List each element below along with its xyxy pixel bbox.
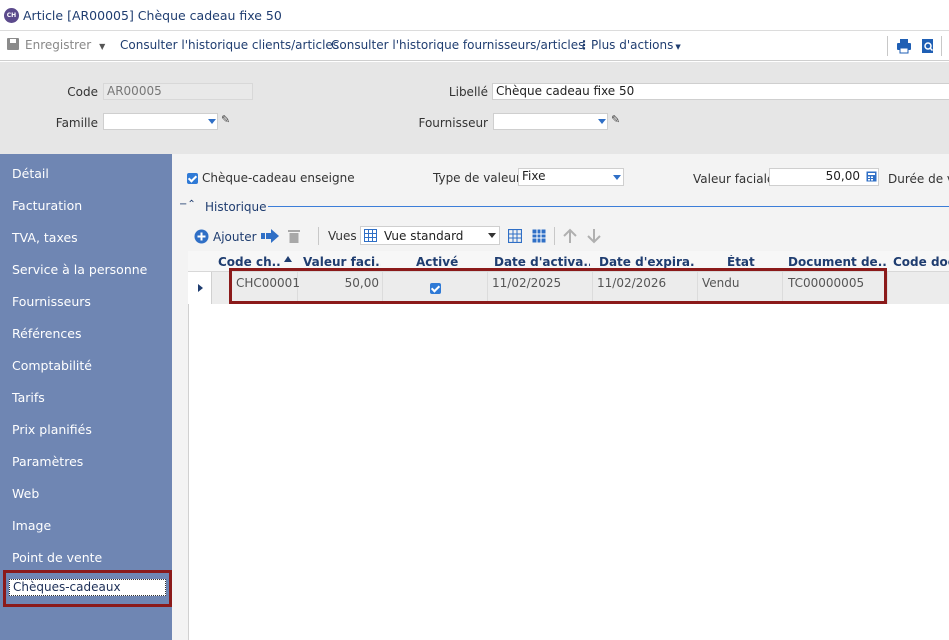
code-label: Code: [67, 85, 98, 99]
more-actions-menu[interactable]: ⋮Plus d'actions ▼: [578, 38, 681, 52]
sidebar-item-tva[interactable]: TVA, taxes: [12, 230, 78, 245]
column-header-date-activation[interactable]: Date d'activa...: [494, 255, 590, 269]
section-historique-title: Historique: [205, 200, 267, 214]
sidebar-item-references[interactable]: Références: [12, 326, 81, 341]
enseigne-checkbox[interactable]: [187, 173, 198, 184]
table-settings-icon[interactable]: [532, 229, 546, 243]
libelle-field[interactable]: Chèque cadeau fixe 50: [492, 83, 949, 100]
row-highlight-box: [229, 268, 887, 304]
column-separator: [887, 272, 888, 304]
views-label: Vues: [328, 229, 357, 243]
table-layout-icon[interactable]: [508, 229, 522, 243]
duree-label: Durée de v: [888, 172, 949, 186]
section-divider: [268, 206, 949, 207]
sidebar-item-web[interactable]: Web: [12, 486, 39, 501]
arrow-right-icon[interactable]: [261, 228, 280, 244]
more-actions-label: Plus d'actions: [591, 38, 674, 52]
app-icon: CH: [4, 8, 19, 23]
move-down-icon[interactable]: [586, 228, 602, 244]
column-header-active[interactable]: Activé: [416, 255, 476, 269]
save-button[interactable]: Enregistrer ▼: [7, 38, 105, 52]
sidebar-item-image[interactable]: Image: [12, 518, 51, 533]
chevron-down-icon[interactable]: [598, 119, 606, 124]
sidebar-item-detail[interactable]: Détail: [12, 166, 49, 181]
edit-pencil-icon[interactable]: ✎: [611, 113, 620, 126]
famille-label: Famille: [55, 116, 98, 130]
chevron-down-icon[interactable]: ▼: [99, 42, 105, 51]
title-bar: CH Article [AR00005] Chèque cadeau fixe …: [0, 0, 949, 31]
calculator-icon[interactable]: [866, 171, 877, 182]
fournisseur-combo[interactable]: [493, 113, 608, 130]
enseigne-label: Chèque-cadeau enseigne: [202, 171, 355, 185]
chevron-down-icon[interactable]: [488, 233, 496, 238]
toolbar-separator: [887, 36, 888, 56]
grid-toolbar-separator: [318, 227, 319, 245]
column-header-code[interactable]: Code ch...: [218, 255, 280, 269]
sidebar-item-facturation[interactable]: Facturation: [12, 198, 82, 213]
grid-toolbar-separator: [554, 227, 555, 245]
fournisseur-label: Fournisseur: [418, 116, 488, 130]
view-select-value: Vue standard: [384, 229, 464, 243]
sidebar-item-parametres[interactable]: Paramètres: [12, 454, 83, 469]
sidebar-item-comptabilite[interactable]: Comptabilité: [12, 358, 92, 373]
column-header-code-doc[interactable]: Code doc: [893, 255, 949, 269]
type-valeur-select[interactable]: Fixe: [518, 168, 624, 186]
sidebar-item-point-de-vente[interactable]: Point de vente: [12, 550, 102, 565]
sidebar-item-fournisseurs[interactable]: Fournisseurs: [12, 294, 91, 309]
code-field[interactable]: AR00005: [103, 83, 253, 100]
sidebar-item-cheques-cadeaux-highlight[interactable]: Chèques-cadeaux: [3, 570, 172, 607]
save-icon: [7, 38, 19, 50]
save-button-label: Enregistrer: [25, 38, 92, 52]
toolbar-separator: [941, 36, 942, 56]
caret-down-icon: ▼: [675, 43, 681, 51]
sort-asc-icon: [284, 256, 292, 262]
delete-icon[interactable]: [287, 228, 301, 244]
type-valeur-label: Type de valeur: [433, 171, 521, 185]
sidebar-item-prix-planifies[interactable]: Prix planifiés: [12, 422, 92, 437]
history-clients-link[interactable]: Consulter l'historique clients/articles: [120, 38, 339, 52]
sidebar: Détail Facturation TVA, taxes Service à …: [0, 154, 172, 640]
valeur-faciale-field[interactable]: 50,00: [769, 168, 879, 186]
sidebar-item-service-personne[interactable]: Service à la personne: [12, 262, 147, 277]
chevron-down-icon[interactable]: [208, 119, 216, 124]
libelle-label: Libellé: [448, 85, 488, 99]
collapse-icon[interactable]: −⌃: [179, 199, 196, 210]
edit-pencil-icon[interactable]: ✎: [221, 113, 230, 126]
article-header: [0, 62, 949, 154]
add-button[interactable]: Ajouter: [213, 230, 257, 244]
column-header-date-expiration[interactable]: Date d'expira...: [599, 255, 695, 269]
print-icon[interactable]: [896, 38, 912, 54]
more-vertical-icon: ⋮: [578, 38, 590, 52]
column-header-etat[interactable]: État: [727, 255, 777, 269]
chevron-down-icon[interactable]: [613, 175, 621, 180]
history-suppliers-link[interactable]: Consulter l'historique fournisseurs/arti…: [331, 38, 584, 52]
row-selector-icon[interactable]: [188, 272, 212, 304]
toolbar: Enregistrer ▼ Consulter l'historique clie…: [0, 31, 949, 61]
add-circle-icon[interactable]: [194, 229, 209, 244]
sidebar-item-cheques-cadeaux[interactable]: Chèques-cadeaux: [9, 579, 166, 596]
valeur-faciale-label: Valeur faciale: [693, 172, 775, 186]
column-header-valeur[interactable]: Valeur faci...: [303, 255, 381, 269]
window-title: Article [AR00005] Chèque cadeau fixe 50: [23, 8, 282, 23]
sidebar-item-tarifs[interactable]: Tarifs: [12, 390, 45, 405]
column-header-document[interactable]: Document de...: [788, 255, 886, 269]
famille-combo[interactable]: [103, 113, 218, 130]
grid-view-icon: [364, 229, 377, 242]
move-up-icon[interactable]: [562, 228, 578, 244]
history-grid: [188, 251, 949, 640]
preview-icon[interactable]: [920, 38, 936, 54]
